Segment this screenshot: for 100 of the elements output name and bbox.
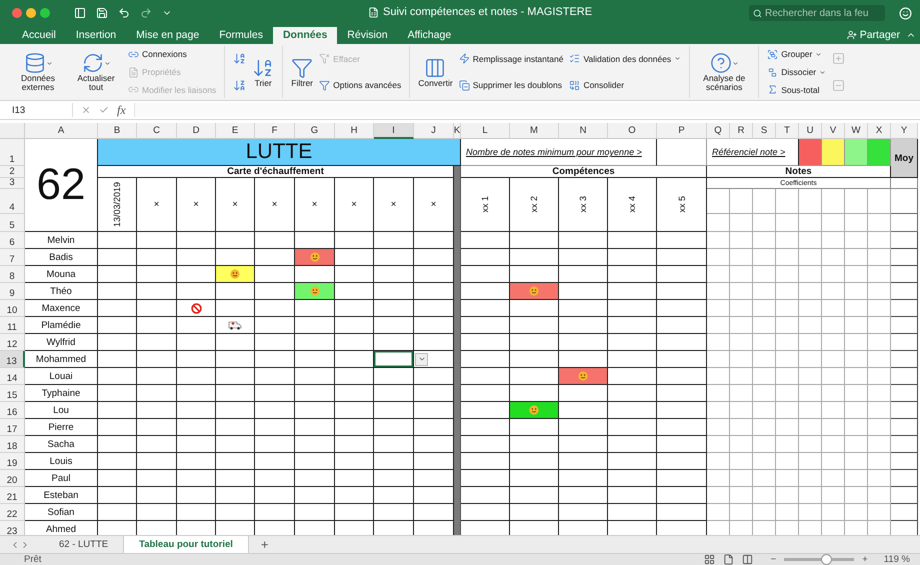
competence-header[interactable]: xx 3	[559, 178, 608, 232]
row-header[interactable]: 16	[0, 402, 25, 420]
minimize-button[interactable]	[26, 8, 36, 18]
ribbon-button[interactable]: Supprimer les doublons	[458, 78, 564, 92]
average-header[interactable]: Moy	[891, 139, 918, 178]
sidebar-icon[interactable]	[74, 7, 86, 20]
color-swatch[interactable]	[799, 139, 822, 166]
row-header[interactable]: 8	[0, 266, 25, 284]
student-name[interactable]: Esteban	[25, 487, 98, 504]
student-name[interactable]: Paul	[25, 470, 98, 488]
row-header[interactable]: 15	[0, 385, 25, 402]
ribbon-button[interactable]: Filtrer	[291, 56, 314, 88]
competence-header[interactable]: xx 5	[657, 178, 707, 232]
column-header[interactable]: S	[753, 123, 776, 140]
row-header[interactable]: 4	[0, 189, 25, 214]
student-name[interactable]: Mouna	[25, 266, 98, 284]
student-name[interactable]: Typhaine	[25, 385, 98, 402]
competence-header[interactable]: xx 1	[461, 178, 510, 232]
row-header[interactable]: 21	[0, 487, 25, 504]
column-header[interactable]: F	[255, 123, 295, 140]
student-name[interactable]: Pierre	[25, 419, 98, 436]
row-header[interactable]: 5	[0, 214, 25, 232]
ribbon-tab[interactable]: Affichage	[398, 26, 462, 44]
maximize-button[interactable]	[40, 8, 50, 18]
ribbon-button[interactable]: Actualiser tout	[70, 52, 122, 92]
column-header[interactable]: G	[295, 123, 335, 140]
row-header[interactable]: 10	[0, 300, 25, 318]
column-header[interactable]: C	[137, 123, 177, 140]
column-header[interactable]: Q	[707, 123, 730, 140]
column-header[interactable]: P	[657, 123, 707, 140]
add-sheet-button[interactable]: +	[248, 536, 280, 554]
column-label[interactable]: ×	[255, 178, 295, 232]
row-header[interactable]: 11	[0, 317, 25, 334]
search-field[interactable]: Rechercher dans la feu	[749, 5, 885, 22]
column-header[interactable]: O	[608, 123, 657, 140]
column-header[interactable]: N	[559, 123, 608, 140]
page-layout-icon[interactable]	[722, 554, 734, 565]
column-label[interactable]: ×	[177, 178, 216, 232]
save-icon[interactable]	[96, 7, 108, 20]
student-name[interactable]: Melvin	[25, 232, 98, 250]
ribbon-button[interactable]: Connexions	[128, 48, 216, 61]
ribbon-tab[interactable]: Révision	[337, 26, 398, 44]
cancel-icon[interactable]	[81, 105, 91, 116]
column-label[interactable]: ×	[216, 178, 255, 232]
row-header[interactable]: 22	[0, 504, 25, 522]
row-header[interactable]: 20	[0, 470, 25, 488]
competence-header[interactable]: xx 2	[510, 178, 559, 232]
date-header[interactable]: 13/03/2019	[98, 178, 137, 232]
ribbon-tab[interactable]: Accueil	[12, 26, 66, 44]
column-label[interactable]: ×	[414, 178, 454, 232]
ribbon-button[interactable]: Données externes	[12, 52, 64, 92]
column-header[interactable]: I	[374, 123, 414, 140]
student-name[interactable]: Wylfrid	[25, 334, 98, 352]
class-number[interactable]: 62	[25, 139, 98, 232]
feedback-icon[interactable]	[899, 6, 912, 20]
ribbon-tab[interactable]: Données	[272, 26, 338, 44]
student-name[interactable]: Maxence	[25, 300, 98, 318]
column-header[interactable]: U	[799, 123, 822, 140]
column-label[interactable]: ×	[137, 178, 177, 232]
column-header[interactable]: K	[454, 123, 461, 140]
color-swatch[interactable]	[822, 139, 845, 166]
row-header[interactable]: 23	[0, 521, 25, 536]
sort-ascending-icon[interactable]	[233, 52, 246, 66]
row-header[interactable]: 7	[0, 249, 25, 266]
undo-icon[interactable]	[118, 7, 130, 20]
section-header[interactable]: Compétences	[461, 166, 707, 178]
student-name[interactable]: Louai	[25, 368, 98, 386]
ribbon-button[interactable]: Validation des données	[569, 52, 682, 66]
column-header[interactable]: L	[461, 123, 510, 140]
student-name[interactable]: Lou	[25, 402, 98, 420]
column-header[interactable]: M	[510, 123, 559, 140]
competence-header[interactable]: xx 4	[608, 178, 657, 232]
column-header[interactable]: E	[216, 123, 255, 140]
ribbon-tab[interactable]: Mise en page	[126, 26, 210, 44]
row-header[interactable]: 9	[0, 283, 25, 300]
ribbon-button[interactable]: Options avancées	[319, 78, 402, 92]
column-label[interactable]: ×	[295, 178, 335, 232]
sheet-title[interactable]: LUTTE	[98, 139, 461, 166]
section-header[interactable]: Notes	[707, 166, 891, 178]
min-notes-label[interactable]: Nombre de notes minimum pour moyenne >	[461, 139, 657, 166]
share-button[interactable]: Partager	[846, 26, 900, 44]
ribbon-button[interactable]: Sous-total	[767, 83, 826, 96]
column-header[interactable]: B	[98, 123, 137, 140]
ribbon-button[interactable]: Analyse de scénarios	[698, 52, 750, 92]
column-header[interactable]: X	[868, 123, 891, 140]
ribbon-tab[interactable]: Insertion	[66, 26, 126, 44]
student-name[interactable]: Sofian	[25, 504, 98, 522]
column-header[interactable]: T	[776, 123, 799, 140]
normal-view-icon[interactable]	[704, 554, 715, 565]
section-header[interactable]: Carte d'échauffement	[98, 166, 454, 178]
ribbon-button[interactable]: Remplissage instantané	[458, 52, 564, 66]
student-name[interactable]: Louis	[25, 453, 98, 470]
student-name[interactable]: Théo	[25, 283, 98, 300]
row-header[interactable]: 1	[0, 139, 25, 166]
ribbon-button[interactable]: Trier	[252, 56, 274, 88]
row-header[interactable]: 13	[0, 351, 25, 368]
zoom-out-button[interactable]: −	[770, 554, 776, 565]
function-button[interactable]: fx	[117, 102, 126, 118]
column-header[interactable]: A	[25, 123, 98, 140]
reference-label[interactable]: Référenciel note >	[707, 139, 799, 166]
